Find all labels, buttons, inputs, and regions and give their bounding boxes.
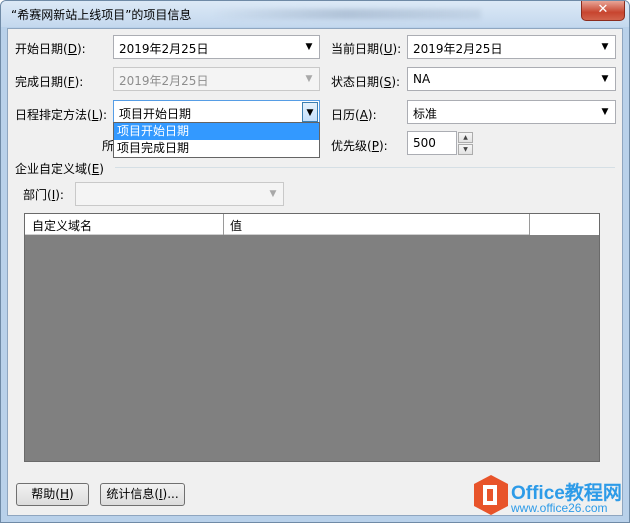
status-date-picker[interactable]: NA ▼ bbox=[407, 67, 616, 91]
project-info-dialog: “希赛网新站上线项目”的项目信息 ✕ 开始日期(D): 2019年2月25日 ▼… bbox=[0, 0, 630, 523]
column-header-value[interactable]: 值 bbox=[230, 217, 242, 234]
status-date-label: 状态日期(S): bbox=[331, 75, 401, 89]
group-divider bbox=[115, 167, 615, 168]
department-label: 部门(I): bbox=[23, 188, 64, 202]
title-bar[interactable]: “希赛网新站上线项目”的项目信息 ✕ bbox=[1, 1, 629, 27]
chevron-down-icon[interactable]: ▼ bbox=[598, 72, 612, 86]
schedule-from-value: 项目开始日期 bbox=[119, 107, 192, 121]
schedule-from-dropdown: 项目开始日期 项目完成日期 bbox=[113, 122, 320, 158]
current-date-value: 2019年2月25日 bbox=[413, 42, 503, 56]
dropdown-option-project-start[interactable]: 项目开始日期 bbox=[114, 123, 319, 140]
watermark-url: www.office26.com bbox=[511, 501, 608, 515]
start-date-value: 2019年2月25日 bbox=[119, 42, 209, 56]
grid-header: 自定义域名 值 bbox=[25, 214, 599, 235]
custom-fields-grid[interactable]: 自定义域名 值 bbox=[24, 213, 600, 462]
chevron-down-icon[interactable]: ▼ bbox=[598, 40, 612, 54]
schedule-from-select[interactable]: 项目开始日期 ▼ bbox=[113, 100, 320, 124]
finish-date-value: 2019年2月25日 bbox=[119, 74, 209, 88]
statistics-button[interactable]: 统计信息(I)... bbox=[100, 483, 185, 506]
dropdown-option-project-finish[interactable]: 项目完成日期 bbox=[114, 140, 319, 157]
start-date-picker[interactable]: 2019年2月25日 ▼ bbox=[113, 35, 320, 59]
status-date-value: NA bbox=[413, 72, 431, 86]
department-select: ▼ bbox=[75, 182, 284, 206]
spin-down-icon[interactable]: ▼ bbox=[458, 144, 473, 155]
chevron-down-icon[interactable]: ▼ bbox=[302, 102, 318, 122]
chevron-down-icon: ▼ bbox=[305, 74, 313, 84]
finish-date-picker: 2019年2月25日 ▼ bbox=[113, 67, 320, 91]
finish-date-label: 完成日期(F): bbox=[15, 75, 84, 89]
enterprise-fields-group-label: 企业自定义域(E) bbox=[15, 162, 104, 176]
title-bar-background-blur bbox=[211, 9, 481, 19]
dialog-title: “希赛网新站上线项目”的项目信息 bbox=[11, 8, 192, 22]
spin-up-icon[interactable]: ▲ bbox=[458, 132, 473, 143]
column-header-field-name[interactable]: 自定义域名 bbox=[32, 217, 92, 234]
close-button[interactable]: ✕ bbox=[581, 1, 625, 21]
current-date-label: 当前日期(U): bbox=[331, 42, 402, 56]
chevron-down-icon[interactable]: ▼ bbox=[302, 40, 316, 54]
office-logo-icon bbox=[474, 475, 508, 515]
calendar-select[interactable]: 标准 ▼ bbox=[407, 100, 616, 124]
current-date-picker[interactable]: 2019年2月25日 ▼ bbox=[407, 35, 616, 59]
chevron-down-icon[interactable]: ▼ bbox=[598, 105, 612, 119]
schedule-from-label: 日程排定方法(L): bbox=[15, 108, 108, 122]
start-date-label: 开始日期(D): bbox=[15, 42, 86, 56]
calendar-value: 标准 bbox=[413, 107, 438, 121]
priority-label: 优先级(P): bbox=[331, 139, 388, 153]
column-header-blank bbox=[529, 214, 599, 235]
priority-input[interactable]: 500 bbox=[407, 131, 457, 155]
help-button[interactable]: 帮助(H) bbox=[16, 483, 89, 506]
priority-value: 500 bbox=[413, 136, 436, 150]
calendar-label: 日历(A): bbox=[331, 108, 377, 122]
column-divider[interactable] bbox=[223, 214, 224, 235]
chevron-down-icon: ▼ bbox=[269, 189, 277, 199]
